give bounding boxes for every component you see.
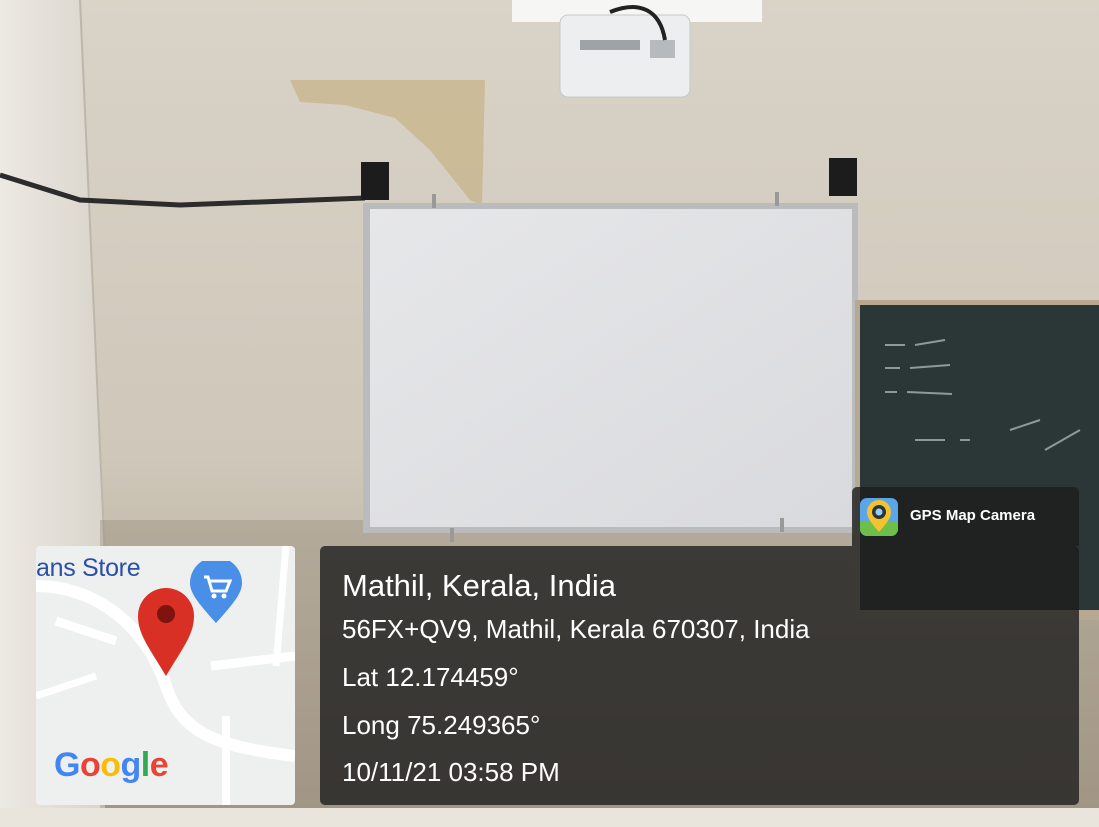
map-place-label: ans Store <box>36 554 141 582</box>
google-logo-letter: G <box>54 746 80 784</box>
location-info-panel: Mathil, Kerala, India 56FX+QV9, Mathil, … <box>320 546 1079 805</box>
google-logo-letter: o <box>79 746 101 784</box>
latitude-value: Lat 12.174459° <box>342 662 519 692</box>
timestamp: 10/11/21 03:58 PM <box>342 757 560 787</box>
google-logo-letter: e <box>149 746 169 784</box>
gps-map-camera-icon <box>860 498 898 536</box>
longitude-value: Long 75.249365° <box>342 710 541 740</box>
map-pin-icon <box>138 588 194 676</box>
projector <box>559 5 691 98</box>
photo-scene: ans Store Google GPS Map Camera Mathil, … <box>0 0 1099 827</box>
google-logo: Google <box>54 746 169 785</box>
google-logo-letter: l <box>140 746 150 784</box>
whiteboard <box>363 192 858 542</box>
app-badge: GPS Map Camera <box>852 487 1079 546</box>
left-speaker <box>361 162 389 200</box>
location-address: 56FX+QV9, Mathil, Kerala 670307, India <box>342 614 810 644</box>
location-title: Mathil, Kerala, India <box>342 568 616 603</box>
map-thumbnail[interactable]: ans Store Google <box>36 546 295 805</box>
google-logo-letter: g <box>120 746 142 784</box>
app-name: GPS Map Camera <box>910 507 1036 524</box>
google-logo-letter: o <box>100 746 121 784</box>
right-speaker <box>829 158 857 196</box>
